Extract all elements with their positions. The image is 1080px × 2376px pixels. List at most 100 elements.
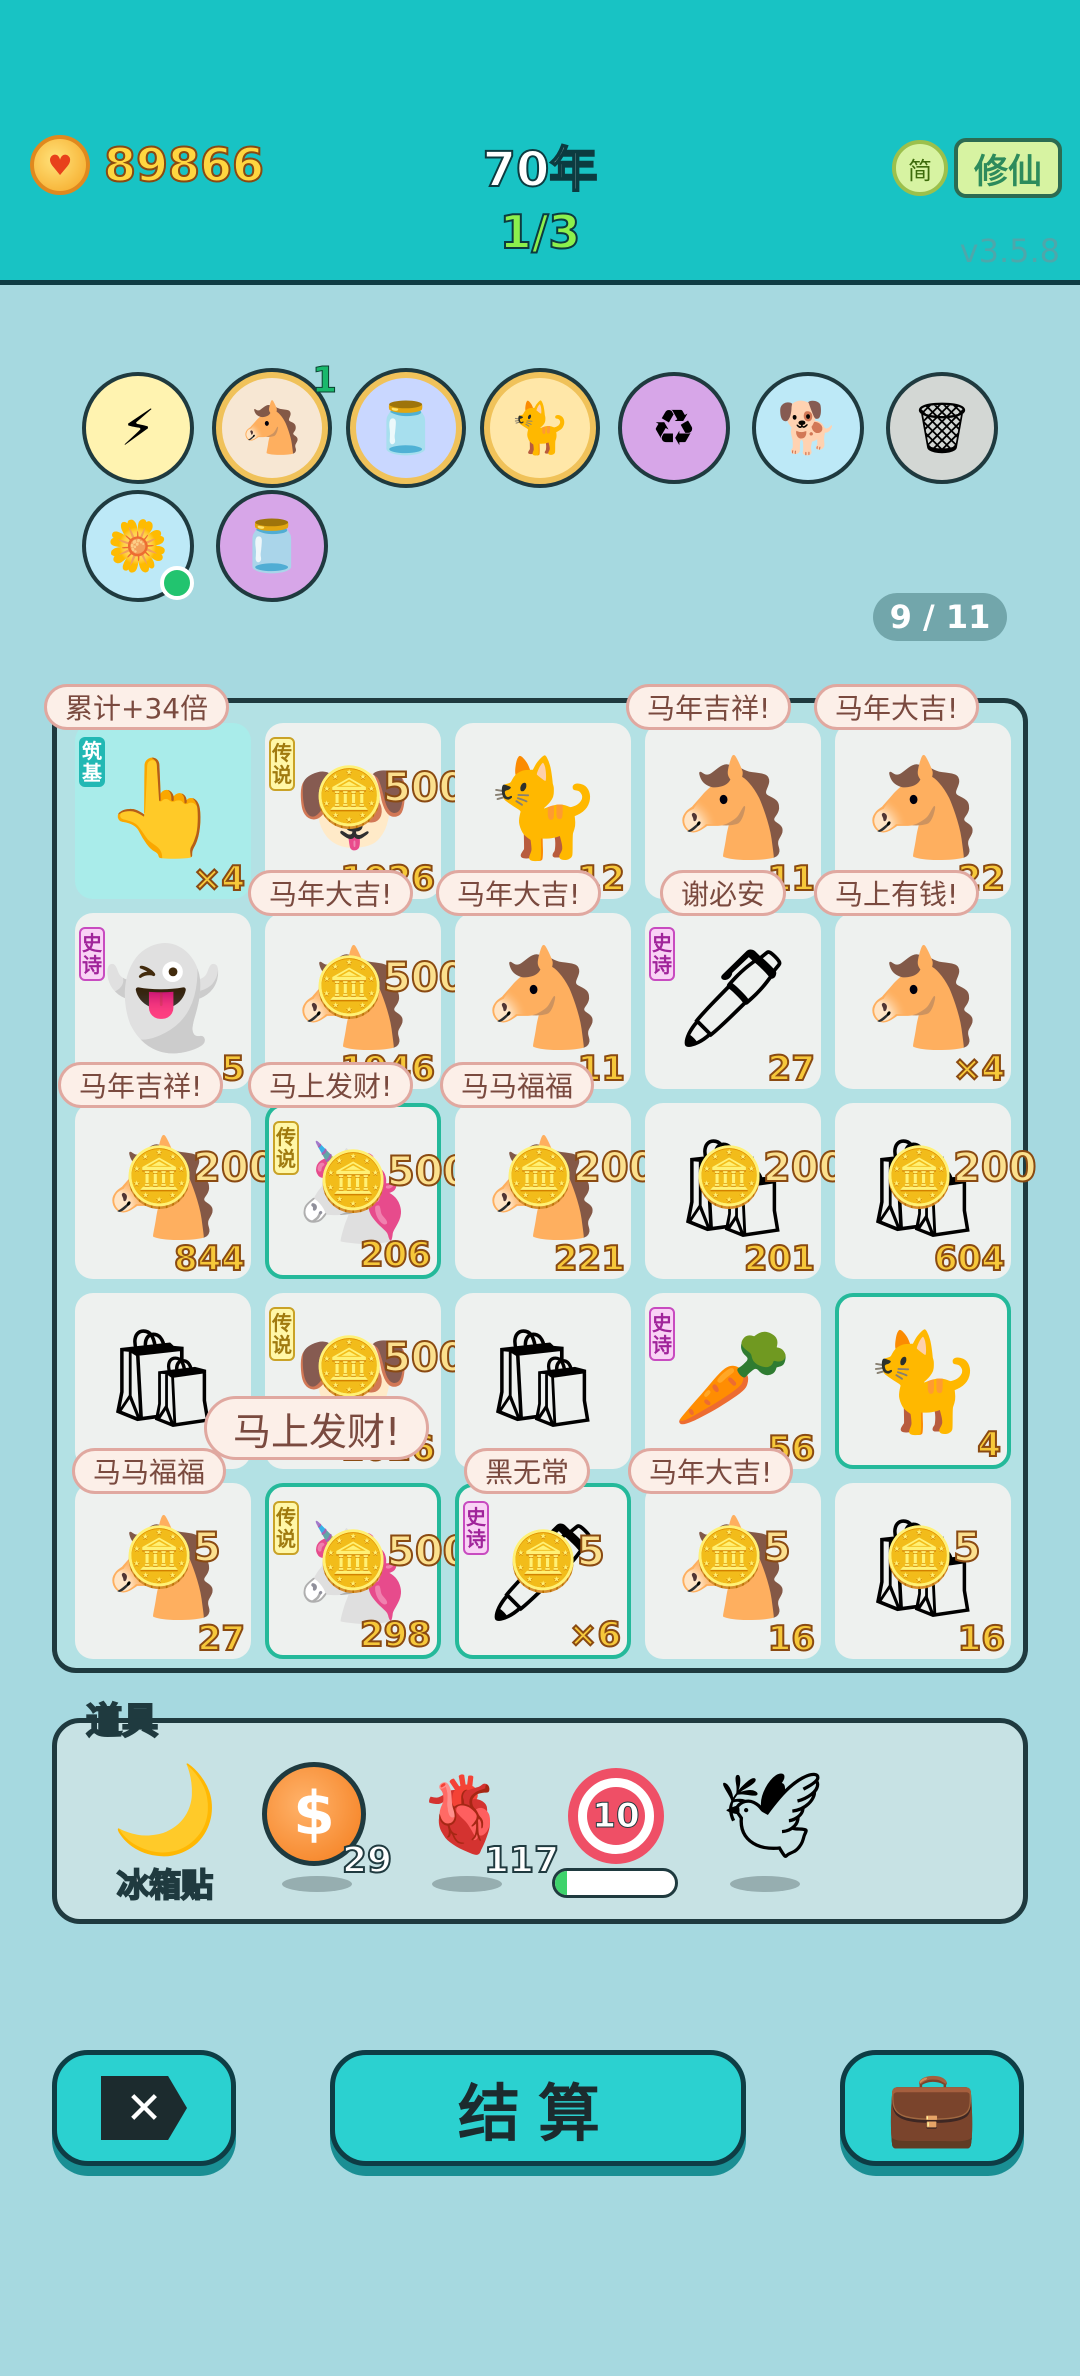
gold-ingot-icon: 🪙 [693, 1523, 766, 1591]
speech-bubble: 马年大吉! [248, 870, 414, 916]
speech-bubble: 马上有钱! [814, 870, 980, 916]
buff-slot[interactable]: ♻ [618, 372, 730, 484]
target-icon: 10 [568, 1768, 664, 1864]
cell-value: 27 [767, 1048, 816, 1090]
speech-bubble: 马年大吉! [814, 684, 980, 730]
recycle-icon: ♻ [651, 399, 697, 457]
cell-value: 221 [553, 1238, 626, 1280]
buff-slot[interactable]: ⚡ [82, 372, 194, 484]
settle-label: 结算 [457, 2077, 618, 2150]
gold-ingot-icon: 🪙 [313, 763, 386, 831]
settle-button[interactable]: 结算 [330, 2050, 746, 2166]
cell-value: 16 [957, 1618, 1006, 1660]
cell-item-icon: 🐴 [863, 752, 983, 864]
cell-value: 27 [197, 1618, 246, 1660]
gold-ingot-icon: 🪙 [123, 1143, 196, 1211]
ingot-bonus: 200 [952, 1144, 1037, 1192]
board-cell[interactable]: 🐴 🪙 5 27 [75, 1483, 251, 1660]
buff-slot[interactable]: 🐈 [484, 372, 596, 484]
board-cell[interactable]: 🖊 史诗 🪙 5 ×6 [455, 1483, 631, 1659]
board-cell[interactable]: 🛍 [455, 1293, 631, 1469]
ingot-bonus: 200 [762, 1144, 847, 1192]
moon-icon: 🌙 [111, 1760, 219, 1860]
gold-ingot-icon: 🪙 [883, 1523, 956, 1591]
buff-slot[interactable]: 🫙 [216, 490, 328, 602]
rarity-tag: 传说 [273, 1121, 299, 1175]
board-cell[interactable]: 🐴 🪙 5 16 [645, 1483, 821, 1660]
rarity-tag: 史诗 [649, 1307, 675, 1361]
cell-value: 604 [933, 1238, 1006, 1280]
cell-value: 16 [767, 1618, 816, 1660]
fridge-magnet-prop[interactable]: 🌙 冰箱贴 [110, 1760, 220, 1906]
speech-bubble: 黑无常 [464, 1448, 591, 1494]
ingot-bonus: 5 [192, 1524, 222, 1572]
board-cell[interactable]: 🐴 ×4 [835, 913, 1011, 1090]
ingot-bonus: 5 [762, 1524, 792, 1572]
potted-flower-icon: 🌼 [106, 516, 170, 575]
buff-slot[interactable]: 🐕 [752, 372, 864, 484]
board-cell[interactable]: 🖊 史诗 27 [645, 913, 821, 1090]
board-cell[interactable]: 🛍 🪙 200 201 [645, 1103, 847, 1280]
ingot-bonus: 200 [192, 1144, 277, 1192]
board-cell[interactable]: 🦄 传说 🪙 500 206 [265, 1103, 471, 1279]
ingot-bonus: 200 [572, 1144, 657, 1192]
rarity-tag: 史诗 [649, 927, 675, 981]
coin-prop-count: 29 [341, 1839, 393, 1882]
jar-icon: 🫙 [374, 398, 438, 457]
gold-ingot-icon: 🪙 [693, 1143, 766, 1211]
buff-slot[interactable]: 🫙 [350, 372, 462, 484]
ingot-bonus: 500 [382, 1334, 467, 1382]
gold-ingot-icon: 🪙 [507, 1527, 580, 1595]
target-value: 10 [587, 1787, 645, 1845]
rarity-tag: 传说 [269, 737, 295, 791]
jar-icon: 🫙 [240, 516, 304, 575]
board-cell[interactable]: 🥕 史诗 56 [645, 1293, 821, 1470]
props-title: 道具 [85, 1700, 159, 1743]
target-timer-bar [552, 1868, 678, 1898]
gold-ingot-icon: 🪙 [317, 1527, 390, 1595]
ingot-bonus: 500 [382, 764, 467, 812]
cell-item-icon: 🐴 [483, 942, 603, 1054]
buff-active-dot [160, 566, 194, 600]
speech-bubble: 马上发财! [204, 1396, 430, 1460]
cell-value: ×4 [192, 858, 246, 900]
rarity-tag: 史诗 [79, 927, 105, 981]
board-cell[interactable]: 🐴 🪙 200 221 [455, 1103, 657, 1280]
speech-bubble: 马上发财! [248, 1062, 414, 1108]
cell-value: 5 [220, 1048, 246, 1090]
trash-bag-recycle-icon: 🗑 [910, 398, 974, 457]
close-button[interactable]: ✕ [52, 2050, 236, 2166]
board-cell[interactable]: 👆 筑基 ×4 [75, 723, 251, 900]
page-indicator: 9 / 11 [873, 593, 1007, 641]
game-board: 👆筑基×4🐶传说🪙5001026🐈12🐴11🐴22👻史诗5🐴🪙5001946🐴1… [52, 698, 1037, 1673]
top-bar: ♥ 89866 70年 1/3 简 修仙 v3.5.8 [0, 0, 1080, 285]
cell-value: 4 [976, 1424, 1002, 1466]
speech-bubble: 马马福福 [72, 1448, 227, 1494]
horse-pair-icon: 🐴 [240, 398, 304, 457]
board-cell[interactable]: 🦄 传说 🪙 500 298 [265, 1483, 471, 1659]
speech-bubble: 谢必安 [660, 870, 787, 916]
rarity-tag: 史诗 [463, 1501, 489, 1555]
close-icon: ✕ [101, 2076, 187, 2140]
buff-count: 1 [311, 360, 338, 402]
speech-bubble: 马年吉祥! [58, 1062, 224, 1108]
cell-item-icon: 🛍 [482, 1322, 604, 1434]
cell-value: ×6 [568, 1614, 622, 1656]
cell-value: ×4 [952, 1048, 1006, 1090]
bag-button[interactable]: 💼 [840, 2050, 1024, 2166]
board-cell[interactable]: 🛍 🪙 5 16 [835, 1483, 1011, 1660]
board-cell[interactable]: 🐴 🪙 200 844 [75, 1103, 277, 1280]
ingot-bonus: 500 [382, 954, 467, 1002]
mode-button[interactable]: 修仙 [954, 138, 1062, 198]
board-cell[interactable]: 🐈 4 [835, 1293, 1011, 1469]
rarity-tag: 筑基 [79, 737, 105, 787]
dog-icon: 🐕 [776, 398, 840, 457]
briefcase-icon: 💼 [885, 2064, 979, 2151]
cell-item-icon: 🐴 [673, 752, 793, 864]
board-cell[interactable]: 🛍 🪙 200 604 [835, 1103, 1037, 1280]
version-label: v3.5.8 [959, 232, 1060, 270]
buff-slot[interactable]: 🗑 [886, 372, 998, 484]
cell-item-icon: 🐈 [483, 752, 603, 864]
language-button[interactable]: 简 [892, 140, 948, 196]
lightning-icon: ⚡ [120, 399, 156, 457]
